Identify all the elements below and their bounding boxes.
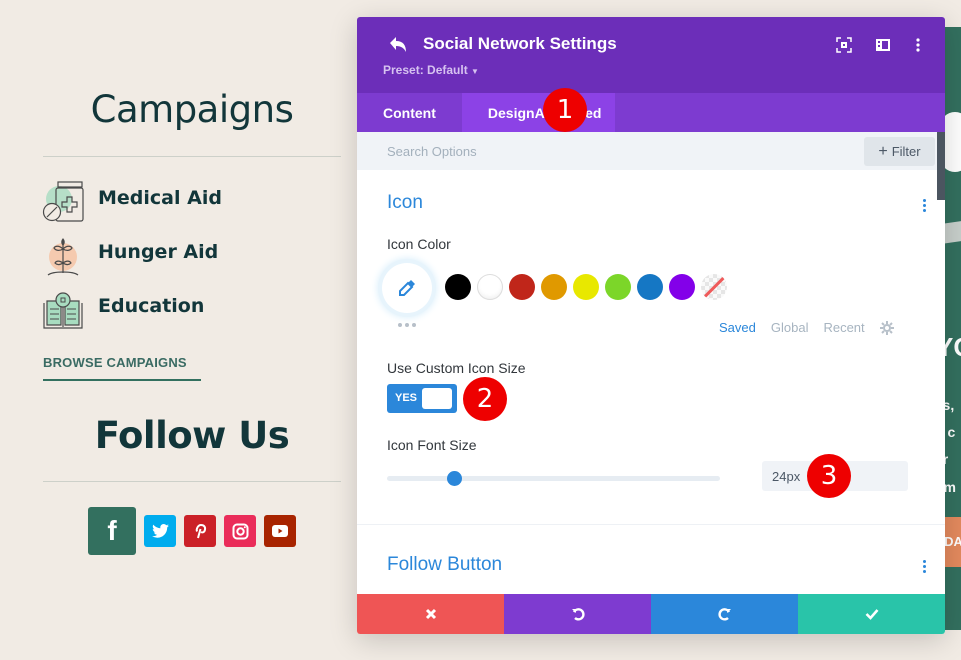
redo-button[interactable] [651, 594, 798, 634]
book-lightbulb-icon [43, 292, 83, 329]
check-icon [865, 609, 878, 620]
cancel-button[interactable] [357, 594, 504, 634]
search-options-input[interactable] [387, 132, 807, 170]
section-divider [357, 524, 945, 525]
color-palette-tabs: Saved Global Recent [719, 320, 894, 335]
page-left-sidebar: Campaigns Medical Aid Hunger Aid Educati… [0, 0, 357, 660]
slider-thumb[interactable] [446, 471, 462, 486]
sprout-icon [47, 238, 79, 276]
custom-icon-size-toggle[interactable]: YES [387, 384, 457, 413]
campaign-item-education[interactable]: Education [42, 289, 332, 333]
modal-header: Social Network Settings Preset: Default … [357, 17, 945, 93]
back-arrow-icon[interactable] [387, 34, 409, 56]
custom-icon-size-label: Use Custom Icon Size [387, 360, 526, 376]
swatch-orange[interactable] [541, 274, 567, 300]
swatch-blue[interactable] [637, 274, 663, 300]
icon-section-title[interactable]: Icon [387, 192, 423, 214]
instagram-button[interactable] [224, 515, 256, 547]
facebook-button[interactable]: f [88, 507, 136, 555]
pinterest-icon [195, 523, 207, 539]
medicine-bottle-icon [42, 181, 84, 222]
divider [43, 156, 341, 157]
youtube-icon [272, 525, 288, 537]
icon-font-size-label: Icon Font Size [387, 437, 477, 453]
campaign-item-hunger-aid[interactable]: Hunger Aid [42, 235, 332, 279]
annotation-badge-3: 3 [807, 454, 851, 498]
preset-dropdown[interactable]: Preset: Default ▼ [383, 63, 479, 77]
icon-color-label: Icon Color [387, 236, 451, 252]
campaign-item-medical-aid[interactable]: Medical Aid [42, 181, 332, 225]
browse-campaigns-link[interactable]: BROWSE CAMPAIGNS [43, 355, 201, 381]
instagram-icon [232, 523, 248, 539]
social-network-settings-modal: Social Network Settings Preset: Default … [357, 17, 945, 634]
pinterest-button[interactable] [184, 515, 216, 547]
swatch-red[interactable] [509, 274, 535, 300]
modal-footer [357, 594, 945, 634]
preset-label: Preset: Default [383, 63, 468, 77]
toggle-knob [422, 388, 452, 409]
color-swatches [445, 274, 727, 300]
swatch-black[interactable] [445, 274, 471, 300]
swatch-green[interactable] [605, 274, 631, 300]
caret-down-icon: ▼ [471, 67, 479, 76]
social-links: f [88, 507, 296, 555]
color-picker-button[interactable] [382, 263, 432, 313]
annotation-badge-2: 2 [463, 377, 507, 421]
palette-tab-saved[interactable]: Saved [719, 320, 756, 335]
undo-button[interactable] [504, 594, 651, 634]
section-options-icon[interactable] [923, 560, 927, 575]
gear-icon[interactable] [879, 320, 894, 335]
youtube-button[interactable] [264, 515, 296, 547]
swatch-transparent[interactable] [701, 274, 727, 300]
section-options-icon[interactable] [923, 199, 927, 214]
annotation-badge-1: 1 [543, 88, 587, 132]
modal-title: Social Network Settings [423, 34, 617, 53]
follow-button-section-title[interactable]: Follow Button [387, 554, 502, 576]
more-colors-icon[interactable] [398, 323, 416, 327]
icon-font-size-slider[interactable] [387, 471, 720, 486]
toggle-state-label: YES [395, 392, 418, 404]
campaign-label: Education [98, 295, 205, 317]
modal-tabs: Content Design Advanced [357, 93, 945, 132]
swatch-purple[interactable] [669, 274, 695, 300]
search-bar: + Filter [357, 132, 945, 170]
swatch-white[interactable] [477, 274, 503, 300]
facebook-icon: f [107, 515, 117, 546]
follow-us-heading: Follow Us [94, 414, 290, 457]
filter-label: Filter [891, 144, 921, 159]
plus-icon: + [878, 142, 888, 160]
modal-scrollbar[interactable] [937, 132, 945, 200]
palette-tab-recent[interactable]: Recent [823, 320, 864, 335]
campaign-label: Medical Aid [98, 187, 222, 209]
filter-button[interactable]: + Filter [864, 137, 935, 166]
campaigns-heading: Campaigns [90, 88, 294, 131]
swatch-yellow[interactable] [573, 274, 599, 300]
eyedropper-icon [399, 280, 415, 296]
save-button[interactable] [798, 594, 945, 634]
divider [43, 481, 341, 482]
twitter-button[interactable] [144, 515, 176, 547]
redo-icon [717, 608, 731, 621]
close-icon [425, 608, 436, 620]
fullscreen-icon[interactable] [836, 37, 852, 53]
split-view-icon[interactable] [875, 37, 891, 53]
undo-icon [571, 608, 585, 621]
palette-tab-global[interactable]: Global [771, 320, 809, 335]
twitter-icon [151, 524, 169, 538]
campaign-label: Hunger Aid [98, 241, 219, 263]
more-options-icon[interactable] [910, 37, 926, 53]
tab-content[interactable]: Content [357, 93, 462, 132]
